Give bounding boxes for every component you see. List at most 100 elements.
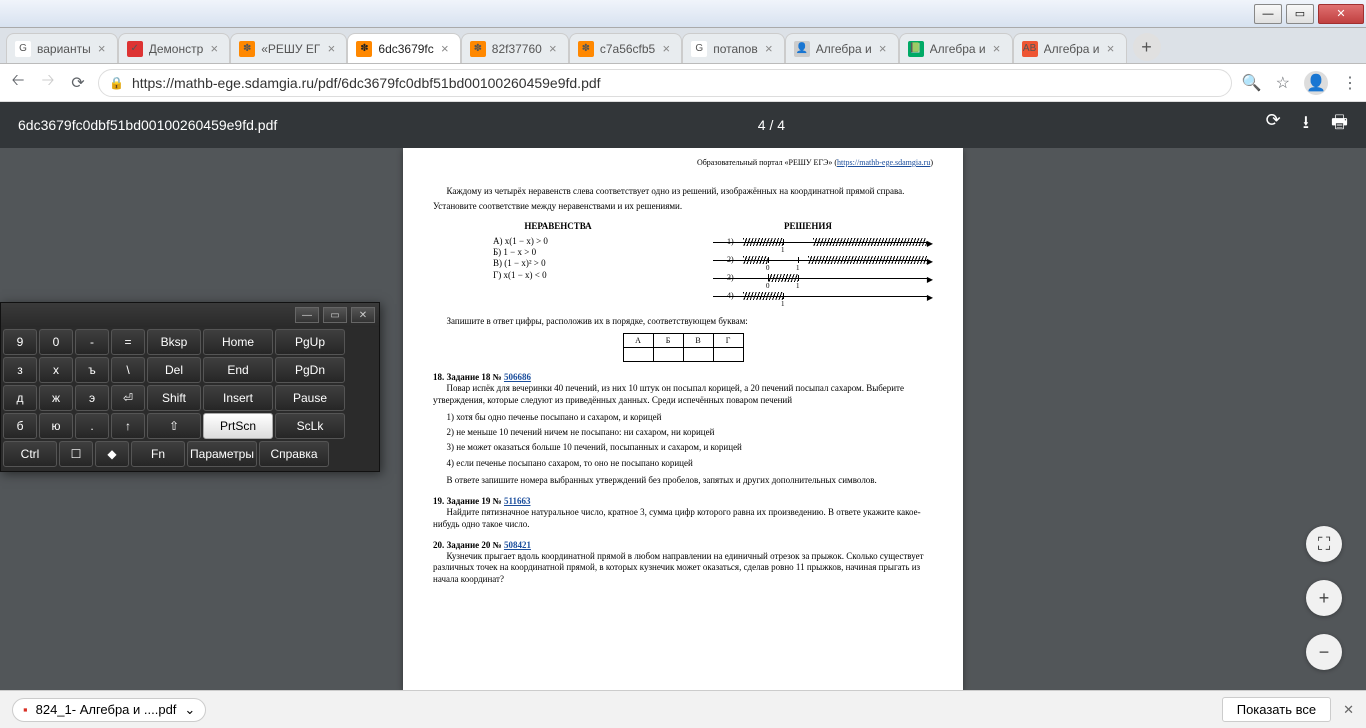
print-icon[interactable]: 🖶 xyxy=(1331,110,1348,140)
osk-key[interactable]: б xyxy=(3,413,37,439)
osk-key[interactable]: ⇧ xyxy=(147,413,201,439)
osk-key[interactable]: ж xyxy=(39,385,73,411)
osk-minimize[interactable]: — xyxy=(295,307,319,323)
tab-label: c7a56cfb5 xyxy=(600,42,655,56)
forward-button[interactable]: 🡢 xyxy=(38,73,58,93)
task-link[interactable]: 508421 xyxy=(504,540,531,550)
osk-key[interactable]: Shift xyxy=(147,385,201,411)
browser-tab[interactable]: АВАлгебра и× xyxy=(1013,33,1127,63)
osk-key[interactable]: ScLk xyxy=(275,413,345,439)
fit-button[interactable]: ⛶ xyxy=(1306,526,1342,562)
favicon-icon: 👤 xyxy=(794,41,810,57)
rotate-icon[interactable]: ⟳ xyxy=(1266,110,1281,140)
bookmark-icon[interactable]: ☆ xyxy=(1276,73,1290,93)
task-link[interactable]: 506686 xyxy=(504,372,531,382)
numberline-3: 3)▶ 0 1 xyxy=(713,272,933,286)
osk-key[interactable]: \ xyxy=(111,357,145,383)
close-icon[interactable]: × xyxy=(438,42,452,56)
browser-tab[interactable]: 📗Алгебра и× xyxy=(899,33,1013,63)
numberline-4: 4)▶ 1 xyxy=(713,290,933,304)
zoom-in-button[interactable]: + xyxy=(1306,580,1342,616)
favicon-icon: АВ xyxy=(1022,41,1038,57)
new-tab-button[interactable]: + xyxy=(1133,33,1161,61)
profile-avatar[interactable]: 👤 xyxy=(1304,71,1328,95)
browser-tab[interactable]: Gварианты× xyxy=(6,33,118,63)
osk-key[interactable]: Del xyxy=(147,357,201,383)
back-button[interactable]: 🡠 xyxy=(8,73,28,93)
browser-tab[interactable]: Gпотапов× xyxy=(682,33,785,63)
window-maximize[interactable]: ▭ xyxy=(1286,4,1314,24)
osk-key[interactable]: ⏎ xyxy=(111,385,145,411)
onscreen-keyboard[interactable]: — ▭ ✕ 90-=BkspHomePgUp зхъ\DelEndPgDn джэ⏎… xyxy=(0,302,380,472)
osk-key[interactable]: Insert xyxy=(203,385,273,411)
osk-key[interactable]: 0 xyxy=(39,329,73,355)
close-icon[interactable]: × xyxy=(659,42,673,56)
zoom-icon[interactable]: 🔍 xyxy=(1242,73,1262,93)
osk-key[interactable]: ↑ xyxy=(111,413,145,439)
close-icon[interactable]: × xyxy=(990,42,1004,56)
tab-label: 82f37760 xyxy=(492,42,542,56)
close-icon[interactable]: × xyxy=(207,42,221,56)
osk-key[interactable]: д xyxy=(3,385,37,411)
close-icon[interactable]: × xyxy=(876,42,890,56)
browser-tab[interactable]: ✽82f37760× xyxy=(461,33,569,63)
close-icon[interactable]: × xyxy=(546,42,560,56)
close-bar-icon[interactable]: ✕ xyxy=(1343,702,1354,718)
close-icon[interactable]: × xyxy=(324,42,338,56)
osk-key[interactable]: Справка xyxy=(259,441,329,467)
osk-key[interactable]: з xyxy=(3,357,37,383)
download-icon[interactable]: ⭳ xyxy=(1303,110,1309,140)
chevron-down-icon[interactable]: ⌄ xyxy=(184,702,195,718)
close-icon[interactable]: × xyxy=(762,42,776,56)
osk-key[interactable]: PrtScn xyxy=(203,413,273,439)
browser-tab[interactable]: ✽«РЕШУ ЕГ× xyxy=(230,33,347,63)
osk-key[interactable]: Fn xyxy=(131,441,185,467)
inequalities-list: А) x(1 − x) > 0 Б) 1 − x > 0 В) (1 − x)²… xyxy=(493,236,683,281)
osk-key[interactable]: PgUp xyxy=(275,329,345,355)
task-18-head: 18. Задание 18 № 506686 xyxy=(433,372,933,383)
browser-tab[interactable]: ✓Демонстр× xyxy=(118,33,231,63)
zoom-out-button[interactable]: − xyxy=(1306,634,1342,670)
osk-key[interactable]: PgDn xyxy=(275,357,345,383)
intro-text: Каждому из четырёх неравенств слева соот… xyxy=(433,186,933,197)
close-icon[interactable]: × xyxy=(95,42,109,56)
osk-key[interactable]: Home xyxy=(203,329,273,355)
portal-link[interactable]: https://mathb-ege.sdamgia.ru xyxy=(837,158,930,167)
osk-key[interactable]: ъ xyxy=(75,357,109,383)
favicon-icon: G xyxy=(691,41,707,57)
osk-key[interactable]: ◆ xyxy=(95,441,129,467)
osk-key[interactable]: 9 xyxy=(3,329,37,355)
tab-strip: Gварианты×✓Демонстр×✽«РЕШУ ЕГ×✽6dc3679fc… xyxy=(0,28,1366,64)
tab-label: Алгебра и xyxy=(930,42,986,56)
window-close[interactable]: ✕ xyxy=(1318,4,1364,24)
osk-key[interactable]: ☐ xyxy=(59,441,93,467)
menu-icon[interactable]: ⋮ xyxy=(1342,73,1358,93)
portal-header: Образовательный портал «РЕШУ ЕГЭ» (https… xyxy=(433,158,933,168)
osk-maximize[interactable]: ▭ xyxy=(323,307,347,323)
osk-key[interactable]: Параметры xyxy=(187,441,257,467)
reload-button[interactable]: ⟳ xyxy=(68,73,88,93)
osk-key[interactable]: Pause xyxy=(275,385,345,411)
download-chip[interactable]: ▪ 824_1- Алгебра и ....pdf ⌄ xyxy=(12,698,206,722)
osk-key[interactable]: = xyxy=(111,329,145,355)
osk-key[interactable]: - xyxy=(75,329,109,355)
show-all-button[interactable]: Показать все xyxy=(1222,697,1331,722)
browser-tab[interactable]: ✽6dc3679fc× xyxy=(347,33,460,63)
osk-key[interactable]: Ctrl xyxy=(3,441,57,467)
osk-titlebar[interactable]: — ▭ ✕ xyxy=(1,303,379,327)
address-bar[interactable]: 🔒 https://mathb-ege.sdamgia.ru/pdf/6dc36… xyxy=(98,69,1232,97)
close-icon[interactable]: × xyxy=(1104,42,1118,56)
osk-close[interactable]: ✕ xyxy=(351,307,375,323)
window-minimize[interactable]: — xyxy=(1254,4,1282,24)
osk-key[interactable]: х xyxy=(39,357,73,383)
osk-key[interactable]: Bksp xyxy=(147,329,201,355)
task-link[interactable]: 511663 xyxy=(504,496,531,506)
browser-tab[interactable]: 👤Алгебра и× xyxy=(785,33,899,63)
osk-key[interactable]: э xyxy=(75,385,109,411)
osk-key[interactable]: . xyxy=(75,413,109,439)
pdf-toolbar: 6dc3679fc0dbf51bd00100260459e9fd.pdf 4 /… xyxy=(0,102,1366,148)
osk-key[interactable]: ю xyxy=(39,413,73,439)
intro-text-2: Установите соответствие между неравенств… xyxy=(433,201,933,212)
browser-tab[interactable]: ✽c7a56cfb5× xyxy=(569,33,682,63)
osk-key[interactable]: End xyxy=(203,357,273,383)
